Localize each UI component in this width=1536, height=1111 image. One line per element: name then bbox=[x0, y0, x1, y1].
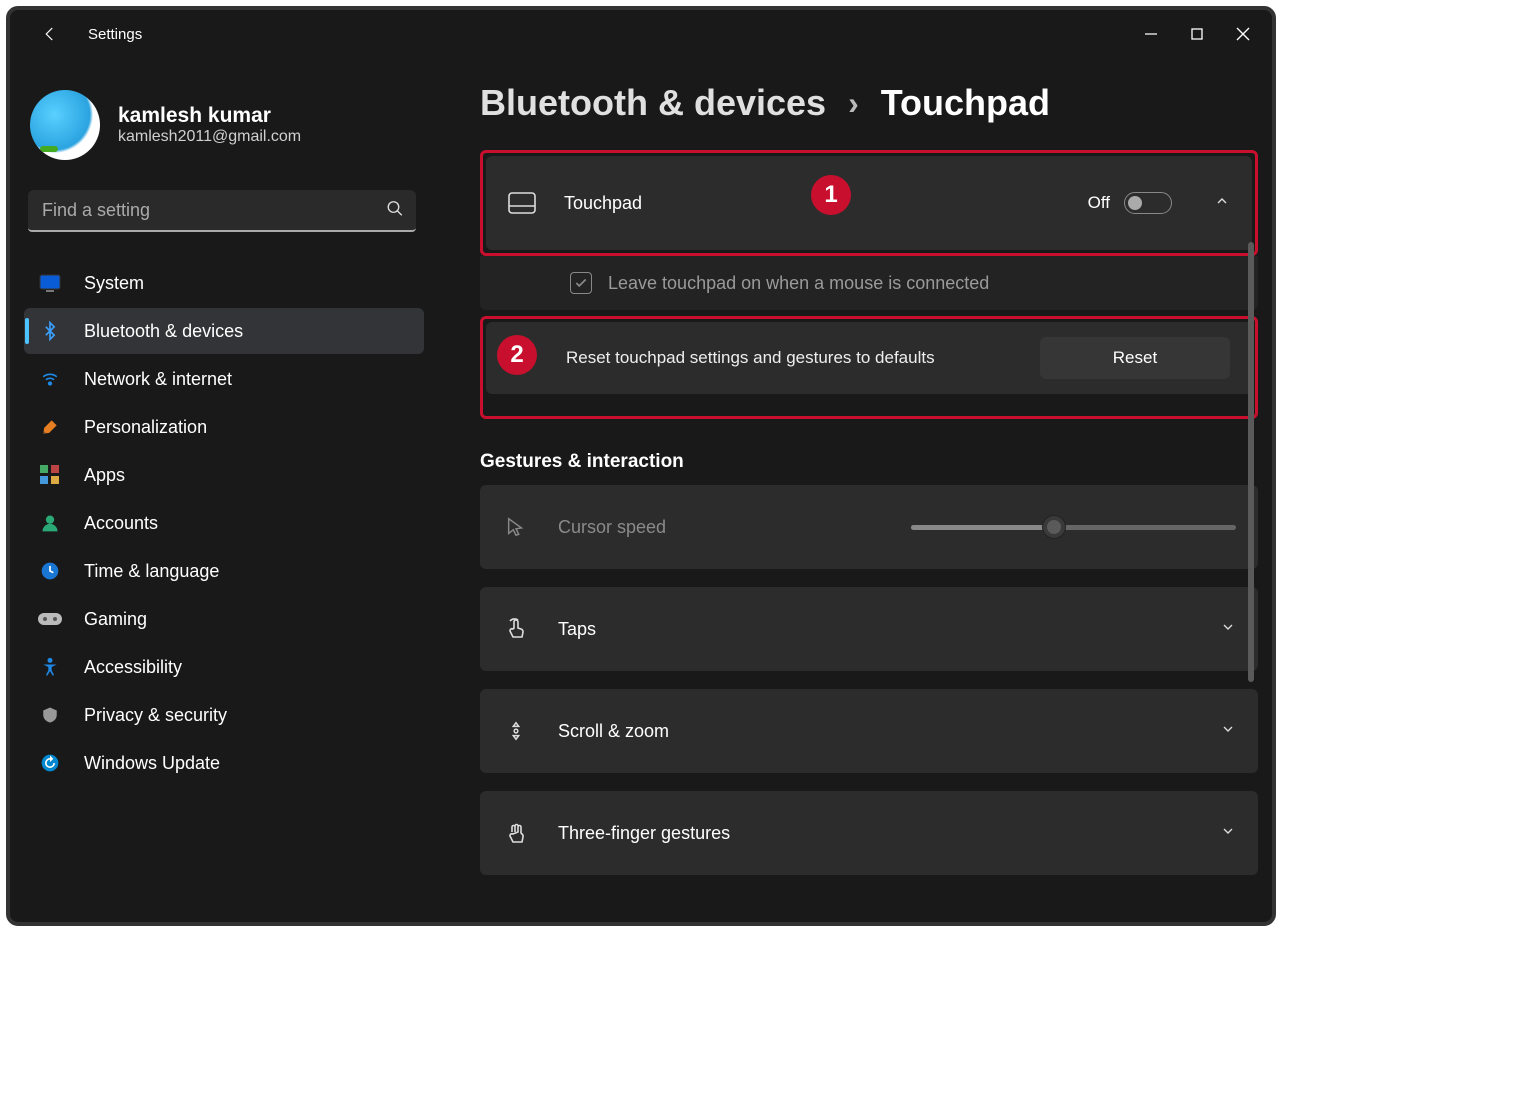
scrollbar[interactable] bbox=[1248, 242, 1254, 682]
nav-list: System Bluetooth & devices Network & int… bbox=[24, 260, 424, 786]
touchpad-toggle-switch[interactable] bbox=[1124, 192, 1172, 214]
shield-icon bbox=[38, 703, 62, 727]
reset-description: Reset touchpad settings and gestures to … bbox=[566, 347, 935, 369]
taps-label: Taps bbox=[558, 619, 1192, 640]
touchpad-icon bbox=[508, 192, 536, 214]
sidebar-item-label: Apps bbox=[84, 465, 125, 486]
maximize-button[interactable] bbox=[1174, 18, 1220, 50]
sidebar-item-label: Gaming bbox=[84, 609, 147, 630]
chevron-down-icon bbox=[1220, 823, 1236, 844]
three-finger-label: Three-finger gestures bbox=[558, 823, 1192, 844]
chevron-down-icon bbox=[1220, 721, 1236, 742]
sidebar-item-label: Windows Update bbox=[84, 753, 220, 774]
annotation-badge-1: 1 bbox=[811, 175, 851, 215]
chevron-down-icon bbox=[1220, 619, 1236, 640]
cursor-speed-row: Cursor speed bbox=[480, 485, 1258, 569]
avatar bbox=[30, 90, 100, 160]
close-button[interactable] bbox=[1220, 18, 1266, 50]
sidebar-item-accessibility[interactable]: Accessibility bbox=[24, 644, 424, 690]
breadcrumb: Bluetooth & devices › Touchpad bbox=[480, 82, 1258, 124]
reset-touchpad-row: Reset touchpad settings and gestures to … bbox=[486, 322, 1252, 394]
accessibility-icon bbox=[38, 655, 62, 679]
titlebar: Settings bbox=[10, 10, 1272, 58]
sidebar-item-label: System bbox=[84, 273, 144, 294]
update-icon bbox=[38, 751, 62, 775]
back-button[interactable] bbox=[34, 18, 66, 50]
user-name: kamlesh kumar bbox=[118, 104, 301, 128]
reset-button[interactable]: Reset bbox=[1040, 337, 1230, 379]
scroll-zoom-icon bbox=[502, 718, 530, 744]
sidebar-item-bluetooth-devices[interactable]: Bluetooth & devices bbox=[24, 308, 424, 354]
sidebar-item-accounts[interactable]: Accounts bbox=[24, 500, 424, 546]
annotation-box-2: 2 Reset touchpad settings and gestures t… bbox=[480, 316, 1258, 419]
search-icon bbox=[386, 200, 404, 223]
person-icon bbox=[38, 511, 62, 535]
tap-icon bbox=[502, 616, 530, 642]
slider-thumb[interactable] bbox=[1043, 516, 1065, 538]
toggle-state-label: Off bbox=[1088, 193, 1110, 213]
search-box[interactable] bbox=[28, 190, 416, 232]
leave-touchpad-option-row[interactable]: Leave touchpad on when a mouse is connec… bbox=[480, 256, 1258, 310]
three-finger-icon bbox=[502, 820, 530, 846]
touchpad-toggle-row[interactable]: Touchpad Off bbox=[486, 156, 1252, 250]
app-title: Settings bbox=[88, 26, 142, 43]
search-input[interactable] bbox=[28, 190, 416, 232]
sidebar-item-label: Bluetooth & devices bbox=[84, 321, 243, 342]
gamepad-icon bbox=[38, 607, 62, 631]
sidebar-item-time-language[interactable]: Time & language bbox=[24, 548, 424, 594]
breadcrumb-current: Touchpad bbox=[881, 82, 1050, 124]
sidebar-item-label: Privacy & security bbox=[84, 705, 227, 726]
minimize-button[interactable] bbox=[1128, 18, 1174, 50]
sidebar-item-network[interactable]: Network & internet bbox=[24, 356, 424, 402]
scroll-zoom-row[interactable]: Scroll & zoom bbox=[480, 689, 1258, 773]
sidebar-item-gaming[interactable]: Gaming bbox=[24, 596, 424, 642]
settings-window: Settings kamlesh kumar kamlesh2011@gmail… bbox=[6, 6, 1276, 926]
profile-block[interactable]: kamlesh kumar kamlesh2011@gmail.com bbox=[30, 90, 424, 160]
main-content: Bluetooth & devices › Touchpad 1 Touchpa… bbox=[480, 82, 1258, 922]
clock-icon bbox=[38, 559, 62, 583]
cursor-speed-slider[interactable] bbox=[911, 516, 1236, 538]
sidebar-item-windows-update[interactable]: Windows Update bbox=[24, 740, 424, 786]
cursor-speed-label: Cursor speed bbox=[558, 517, 883, 538]
sidebar-item-label: Accessibility bbox=[84, 657, 182, 678]
sidebar-item-personalization[interactable]: Personalization bbox=[24, 404, 424, 450]
leave-touchpad-checkbox[interactable] bbox=[570, 272, 592, 294]
sidebar-item-label: Network & internet bbox=[84, 369, 232, 390]
gestures-section-title: Gestures & interaction bbox=[480, 451, 1258, 473]
chevron-up-icon bbox=[1214, 193, 1230, 214]
breadcrumb-parent[interactable]: Bluetooth & devices bbox=[480, 82, 826, 124]
scroll-zoom-label: Scroll & zoom bbox=[558, 721, 1192, 742]
bluetooth-icon bbox=[38, 319, 62, 343]
sidebar-item-label: Accounts bbox=[84, 513, 158, 534]
paintbrush-icon bbox=[38, 415, 62, 439]
sidebar: kamlesh kumar kamlesh2011@gmail.com Syst… bbox=[24, 90, 424, 786]
sidebar-item-label: Time & language bbox=[84, 561, 219, 582]
user-email: kamlesh2011@gmail.com bbox=[118, 128, 301, 146]
wifi-icon bbox=[38, 367, 62, 391]
sidebar-item-apps[interactable]: Apps bbox=[24, 452, 424, 498]
sidebar-item-label: Personalization bbox=[84, 417, 207, 438]
chevron-right-icon: › bbox=[848, 85, 859, 122]
three-finger-row[interactable]: Three-finger gestures bbox=[480, 791, 1258, 875]
annotation-badge-2: 2 bbox=[497, 335, 537, 375]
leave-touchpad-label: Leave touchpad on when a mouse is connec… bbox=[608, 273, 989, 294]
taps-row[interactable]: Taps bbox=[480, 587, 1258, 671]
annotation-box-1: 1 Touchpad Off bbox=[480, 150, 1258, 256]
cursor-icon bbox=[502, 514, 530, 540]
sidebar-item-privacy[interactable]: Privacy & security bbox=[24, 692, 424, 738]
sidebar-item-system[interactable]: System bbox=[24, 260, 424, 306]
apps-icon bbox=[38, 463, 62, 487]
display-icon bbox=[38, 271, 62, 295]
